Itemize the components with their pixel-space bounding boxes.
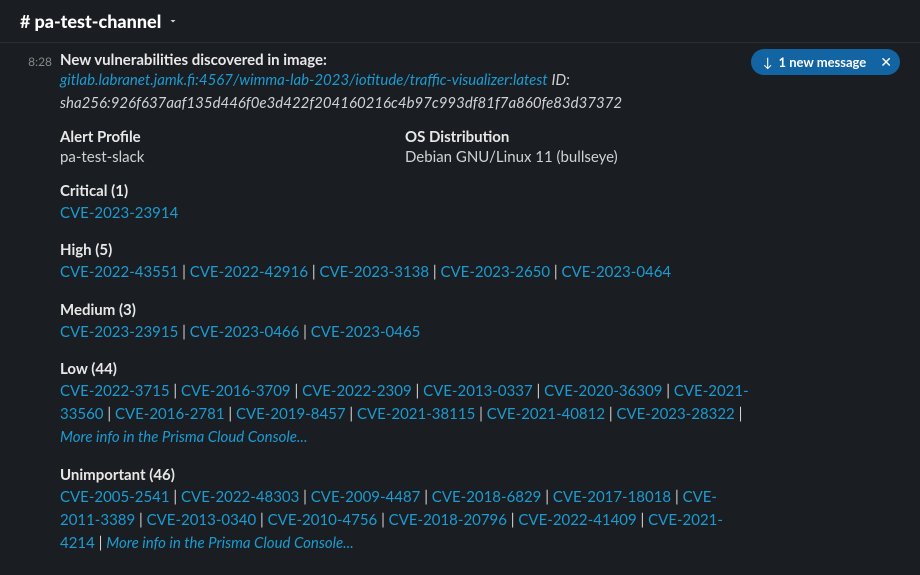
cve-link[interactable]: CVE-2023-23915 — [60, 323, 178, 341]
cve-list: CVE-2023-23914 — [60, 202, 750, 225]
separator: | — [735, 405, 743, 423]
category-title: Low (44) — [60, 360, 750, 378]
separator: | — [475, 405, 486, 423]
new-message-pill[interactable]: ↓ 1 new message ✕ — [751, 49, 900, 75]
separator: | — [225, 405, 236, 423]
cve-link[interactable]: CVE-2023-0466 — [190, 323, 300, 341]
image-ref-link[interactable]: gitlab.labranet.jamk.fi:4567/wimma-lab-2… — [60, 71, 548, 89]
cve-link[interactable]: CVE-2021-38115 — [357, 405, 475, 423]
field-os-dist: OS Distribution Debian GNU/Linux 11 (bul… — [405, 128, 750, 166]
os-dist-label: OS Distribution — [405, 128, 750, 146]
separator: | — [637, 511, 648, 529]
fields: Alert Profile pa-test-slack OS Distribut… — [60, 128, 750, 166]
cve-list: CVE-2005-2541 | CVE-2022-48303 | CVE-200… — [60, 486, 750, 556]
separator: | — [299, 488, 310, 506]
separator: | — [178, 323, 189, 341]
cve-link[interactable]: CVE-2017-18018 — [553, 488, 671, 506]
cve-link[interactable]: CVE-2022-2309 — [302, 382, 412, 400]
cve-link[interactable]: CVE-2016-3709 — [181, 382, 291, 400]
more-info-link[interactable]: More info in the Prisma Cloud Console... — [106, 534, 353, 552]
message-area: ↓ 1 new message ✕ 8:28 New vulnerabiliti… — [0, 43, 920, 575]
cve-link[interactable]: CVE-2019-8457 — [236, 405, 346, 423]
separator: | — [507, 511, 518, 529]
os-dist-value: Debian GNU/Linux 11 (bullseye) — [405, 148, 750, 166]
separator: | — [605, 405, 616, 423]
separator: | — [550, 263, 561, 281]
alert-profile-value: pa-test-slack — [60, 148, 405, 166]
cve-link[interactable]: CVE-2022-3715 — [60, 382, 170, 400]
separator: | — [135, 511, 146, 529]
cve-link[interactable]: CVE-2010-4756 — [268, 511, 378, 529]
channel-name: pa-test-channel — [34, 10, 161, 32]
alert-profile-label: Alert Profile — [60, 128, 405, 146]
category-title: Medium (3) — [60, 301, 750, 319]
separator: | — [346, 405, 357, 423]
category-title: Unimportant (46) — [60, 466, 750, 484]
cve-link[interactable]: CVE-2023-2650 — [441, 263, 551, 281]
cve-link[interactable]: CVE-2022-48303 — [181, 488, 299, 506]
new-message-label: 1 new message — [779, 54, 867, 70]
more-info-link[interactable]: More info in the Prisma Cloud Console... — [60, 428, 307, 446]
category-title: High (5) — [60, 241, 750, 259]
image-line: gitlab.labranet.jamk.fi:4567/wimma-lab-2… — [60, 69, 750, 114]
timestamp: 8:28 — [20, 51, 60, 555]
cve-link[interactable]: CVE-2022-43551 — [60, 263, 178, 281]
separator: | — [308, 263, 319, 281]
cve-link[interactable]: CVE-2016-2781 — [115, 405, 225, 423]
separator: | — [429, 263, 440, 281]
separator: | — [170, 382, 181, 400]
image-sha: sha256:926f637aaf135d446f0e3d422f2041602… — [60, 94, 622, 112]
channel-title[interactable]: # pa-test-channel — [20, 10, 179, 32]
cve-link[interactable]: CVE-2018-20796 — [389, 511, 507, 529]
separator: | — [671, 488, 682, 506]
hash-icon: # — [20, 10, 30, 32]
vuln-category: Critical (1) CVE-2023-23914 — [60, 182, 750, 225]
cve-list: CVE-2022-3715 | CVE-2016-3709 | CVE-2022… — [60, 380, 750, 450]
chevron-down-icon — [167, 15, 179, 27]
cve-link[interactable]: CVE-2023-0465 — [311, 323, 421, 341]
separator: | — [291, 382, 302, 400]
separator: | — [178, 263, 189, 281]
cve-link[interactable]: CVE-2022-42916 — [190, 263, 308, 281]
channel-header: # pa-test-channel — [0, 0, 920, 43]
close-icon[interactable]: ✕ — [880, 53, 892, 71]
cve-link[interactable]: CVE-2013-0337 — [423, 382, 533, 400]
vuln-category: Medium (3) CVE-2023-23915 | CVE-2023-0466… — [60, 301, 750, 344]
field-alert-profile: Alert Profile pa-test-slack — [60, 128, 405, 166]
separator: | — [420, 488, 431, 506]
message-row: 8:28 New vulnerabilities discovered in i… — [20, 51, 900, 555]
cve-link[interactable]: CVE-2018-6829 — [432, 488, 542, 506]
vulnerability-categories: Critical (1) CVE-2023-23914 High (5) CVE-20… — [60, 182, 750, 555]
separator: | — [95, 534, 106, 552]
vuln-category: High (5) CVE-2022-43551 | CVE-2022-42916 … — [60, 241, 750, 284]
separator: | — [533, 382, 544, 400]
cve-link[interactable]: CVE-2022-41409 — [518, 511, 636, 529]
cve-link[interactable]: CVE-2005-2541 — [60, 488, 170, 506]
arrow-down-icon: ↓ — [763, 54, 773, 70]
separator: | — [662, 382, 673, 400]
separator: | — [104, 405, 115, 423]
message-body: New vulnerabilities discovered in image:… — [60, 51, 750, 555]
cve-link[interactable]: CVE-2023-23914 — [60, 204, 178, 222]
vuln-category: Low (44) CVE-2022-3715 | CVE-2016-3709 | … — [60, 360, 750, 450]
cve-link[interactable]: CVE-2023-3138 — [319, 263, 429, 281]
message-headline: New vulnerabilities discovered in image: — [60, 51, 750, 69]
separator: | — [170, 488, 181, 506]
id-label: ID: — [552, 71, 570, 89]
cve-link[interactable]: CVE-2009-4487 — [311, 488, 421, 506]
cve-list: CVE-2022-43551 | CVE-2022-42916 | CVE-20… — [60, 261, 750, 284]
separator: | — [412, 382, 423, 400]
vuln-category: Unimportant (46) CVE-2005-2541 | CVE-2022… — [60, 466, 750, 556]
category-title: Critical (1) — [60, 182, 750, 200]
separator: | — [541, 488, 552, 506]
separator: | — [256, 511, 267, 529]
separator: | — [299, 323, 310, 341]
cve-link[interactable]: CVE-2013-0340 — [147, 511, 257, 529]
separator: | — [377, 511, 388, 529]
cve-link[interactable]: CVE-2021-40812 — [487, 405, 605, 423]
cve-link[interactable]: CVE-2020-36309 — [544, 382, 662, 400]
cve-list: CVE-2023-23915 | CVE-2023-0466 | CVE-202… — [60, 321, 750, 344]
cve-link[interactable]: CVE-2023-28322 — [616, 405, 734, 423]
cve-link[interactable]: CVE-2023-0464 — [562, 263, 672, 281]
